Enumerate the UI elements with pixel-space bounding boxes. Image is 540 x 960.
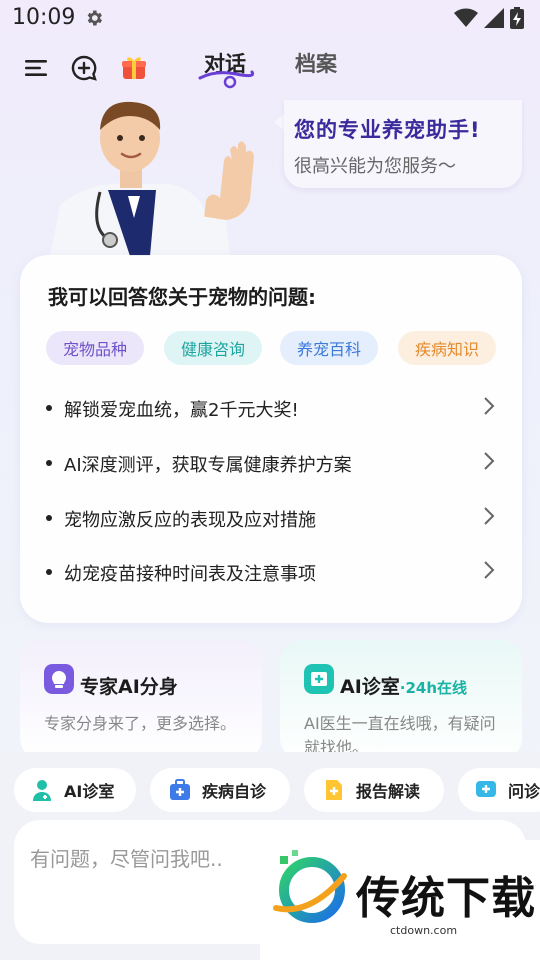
question-item[interactable]: AI深度测评，获取专属健康养护方案 (46, 448, 496, 478)
medical-kit-icon (170, 779, 190, 800)
watermark-text: 传统下载 (356, 873, 536, 924)
feature-title-main: AI诊室 (340, 676, 400, 698)
report-icon (326, 780, 342, 800)
greeting-title: 您的专业养宠助手! (294, 118, 481, 142)
expert-ai-card[interactable]: 专家AI分身 专家分身来了，更多选择。 (20, 640, 262, 760)
chip-disease-knowledge[interactable]: 疾病知识 (398, 331, 496, 365)
quick-action-ai-clinic[interactable]: AI诊室 (14, 768, 136, 812)
question-text: 宠物应激反应的表现及应对措施 (64, 510, 316, 531)
chip-health-consult[interactable]: 健康咨询 (164, 331, 262, 365)
gear-icon (87, 10, 102, 26)
quick-action-self-diagnosis[interactable]: 疾病自诊 (150, 768, 290, 812)
chip-pet-encyclopedia[interactable]: 养宠百科 (280, 331, 378, 365)
ai-clinic-card[interactable]: AI诊室·24h在线 AI医生一直在线哦，有疑问就找他。 (280, 640, 522, 760)
signal-icon (484, 8, 504, 28)
quick-action-label: AI诊室 (64, 782, 115, 801)
brain-icon (44, 664, 74, 694)
feature-desc: 专家分身来了，更多选择。 (44, 714, 237, 733)
status-bar: 10:09 (0, 0, 540, 36)
question-item[interactable]: 幼宠疫苗接种时间表及注意事项 (46, 557, 496, 587)
bullet-icon (46, 460, 52, 466)
watermark-logo-icon (273, 850, 347, 923)
bullet-icon (46, 515, 52, 521)
gift-icon[interactable] (120, 53, 148, 81)
feature-title: AI诊室·24h在线 (340, 672, 467, 699)
wifi-icon (454, 8, 478, 27)
chevron-right-icon (484, 452, 495, 470)
battery-icon (510, 7, 524, 29)
status-time: 10:09 (12, 5, 76, 30)
tab-archive[interactable]: 档案 (295, 48, 337, 78)
quick-action-label: 问诊 (508, 782, 540, 801)
tab-active-indicator (198, 70, 255, 89)
chevron-right-icon (484, 561, 495, 579)
greeting-subtitle: 很高兴能为您服务～ (294, 156, 456, 177)
quick-action-report-reading[interactable]: 报告解读 (304, 768, 444, 812)
qa-card-title: 我可以回答您关于宠物的问题: (48, 285, 316, 309)
greeting-bubble: 您的专业养宠助手! 很高兴能为您服务～ (284, 100, 522, 188)
bullet-icon (46, 569, 52, 575)
question-text: 幼宠疫苗接种时间表及注意事项 (64, 564, 316, 585)
feature-title: 专家AI分身 (80, 676, 178, 698)
doctor-icon (33, 780, 51, 801)
doctor-avatar (50, 101, 254, 256)
chat-plus-icon (476, 781, 496, 797)
online-badge: ·24h在线 (399, 679, 468, 697)
qa-card: 我可以回答您关于宠物的问题: 宠物品种 健康咨询 养宠百科 疾病知识 解锁爱宠血… (20, 255, 522, 623)
quick-action-consult[interactable]: 问诊 (458, 768, 540, 812)
question-item[interactable]: 解锁爱宠血统，赢2千元大奖! (46, 393, 496, 423)
quick-action-label: 报告解读 (356, 782, 421, 801)
new-chat-icon[interactable] (70, 54, 98, 82)
question-text: 解锁爱宠血统，赢2千元大奖! (64, 400, 299, 421)
question-text: AI深度测评，获取专属健康养护方案 (64, 455, 352, 476)
question-item[interactable]: 宠物应激反应的表现及应对措施 (46, 503, 496, 533)
chip-pet-breeds[interactable]: 宠物品种 (46, 331, 144, 365)
menu-icon[interactable] (22, 54, 50, 82)
watermark: 传统下载 ctdown.com (260, 840, 540, 960)
top-nav: 对话 档案 (0, 40, 540, 100)
quick-action-label: 疾病自诊 (202, 782, 267, 801)
watermark-sub: ctdown.com (390, 924, 458, 937)
clinic-icon (304, 664, 334, 694)
status-icons (454, 7, 524, 29)
chevron-right-icon (484, 507, 495, 525)
bullet-icon (46, 405, 52, 411)
chevron-right-icon (484, 397, 495, 415)
